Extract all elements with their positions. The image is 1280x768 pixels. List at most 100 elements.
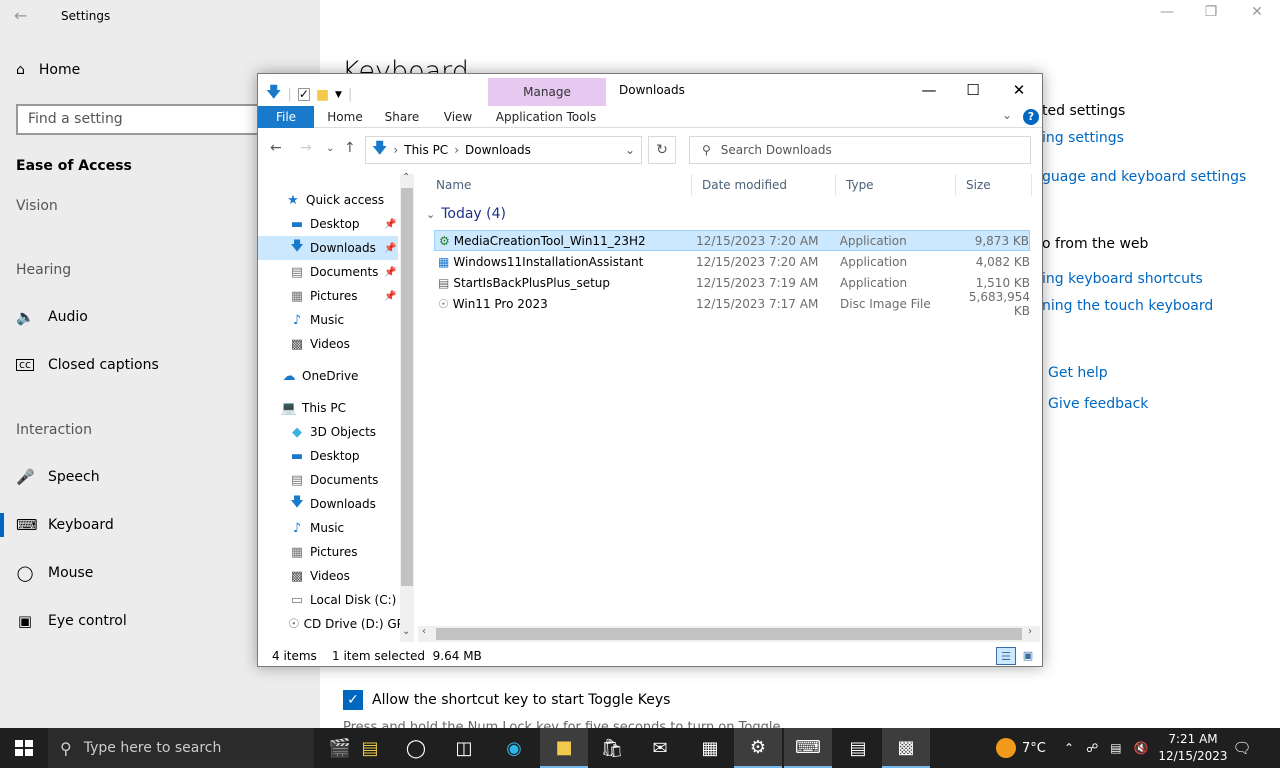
taskbar-search-box[interactable]: ⚲ Type here to search <box>48 728 314 768</box>
group-header-today[interactable]: ⌄ Today (4) <box>426 206 506 222</box>
nav-pc-downloads[interactable]: 🡇 Downloads <box>258 492 398 516</box>
nav-pc-music[interactable]: ♪ Music <box>258 516 398 540</box>
recent-locations-icon[interactable]: ⌄ <box>326 143 334 154</box>
nav-music[interactable]: ♪ Music <box>258 308 398 332</box>
horizontal-scrollbar[interactable]: ‹ › <box>418 626 1040 642</box>
close-button[interactable]: ✕ <box>996 78 1042 102</box>
back-arrow-icon[interactable]: ← <box>270 140 282 156</box>
get-help-link[interactable]: Get help <box>1048 365 1108 381</box>
nav-pc-documents[interactable]: ▤ Documents <box>258 468 398 492</box>
nav-onedrive[interactable]: ☁ OneDrive <box>258 364 398 388</box>
volume-muted-icon[interactable]: 🔇 <box>1134 741 1149 755</box>
forward-arrow-icon[interactable]: → <box>300 140 312 156</box>
table-row[interactable]: ▦ Windows11InstallationAssistant 12/15/20… <box>434 251 1030 272</box>
network-icon[interactable]: ▤ <box>1110 741 1121 755</box>
toggle-keys-checkbox[interactable]: ✓ <box>343 690 363 710</box>
customize-qat-icon[interactable]: ▼ <box>335 90 342 100</box>
web-link-2[interactable]: ning the touch keyboard <box>1042 298 1213 314</box>
nav-this-pc[interactable]: 💻 This PC <box>258 396 398 420</box>
nav-pc-videos[interactable]: ▩ Videos <box>258 564 398 588</box>
details-view-icon[interactable]: ☰ <box>996 647 1016 665</box>
address-dropdown-icon[interactable]: ⌄ <box>625 143 635 157</box>
web-link-1[interactable]: ing keyboard shortcuts <box>1042 271 1203 287</box>
nav-pictures[interactable]: ▦ Pictures 📌 <box>258 284 398 308</box>
nav-desktop[interactable]: ▬ Desktop 📌 <box>258 212 398 236</box>
nav-cd-drive[interactable]: ☉ CD Drive (D:) GP <box>258 612 400 636</box>
give-feedback-link[interactable]: Give feedback <box>1048 396 1148 412</box>
tab-manage[interactable]: Manage <box>488 78 606 106</box>
meeting-icon[interactable]: ☍ <box>1086 741 1098 755</box>
back-arrow-icon[interactable]: ← <box>14 6 34 26</box>
taskbar-app-calculator[interactable]: ▦ <box>686 728 734 768</box>
column-size[interactable]: Size <box>956 174 1032 196</box>
nav-pc-desktop[interactable]: ▬ Desktop <box>258 444 398 468</box>
scrollbar-thumb[interactable] <box>401 188 413 586</box>
column-date-modified[interactable]: Date modified <box>692 174 836 196</box>
taskbar-app-edge[interactable]: ◉ <box>490 728 538 768</box>
table-row[interactable]: ☉ Win11 Pro 2023 12/15/2023 7:17 AM Disc … <box>434 290 1030 318</box>
scroll-left-icon[interactable]: ‹ <box>422 626 426 637</box>
properties-icon[interactable]: ✓ <box>297 88 310 101</box>
large-icons-view-icon[interactable]: ▣ <box>1018 647 1038 665</box>
related-link-2[interactable]: guage and keyboard settings <box>1042 169 1246 185</box>
taskbar-app-file-explorer[interactable]: ■ <box>540 728 588 768</box>
nav-downloads[interactable]: 🡇 Downloads 📌 <box>258 236 398 260</box>
nav-pc-pictures[interactable]: ▦ Pictures <box>258 540 398 564</box>
nav-3d-objects[interactable]: ◆ 3D Objects <box>258 420 398 444</box>
notification-center-button[interactable]: 🗨 <box>1222 728 1262 768</box>
table-row[interactable]: ⚙ MediaCreationTool_Win11_23H2 12/15/2023… <box>434 230 1030 251</box>
taskbar-app-notes[interactable]: ▤ <box>346 728 394 768</box>
taskbar-app-tool[interactable]: ▤ <box>834 728 882 768</box>
settings-restore-button[interactable]: ❐ <box>1188 4 1234 20</box>
column-type[interactable]: Type <box>836 174 956 196</box>
status-bar: 4 items 1 item selected 9.64 MB ☰ ▣ <box>258 646 1042 666</box>
minimize-button[interactable]: — <box>906 78 952 102</box>
up-arrow-icon[interactable]: ↑ <box>344 140 356 156</box>
breadcrumb-this-pc[interactable]: This PC <box>404 143 448 157</box>
new-folder-icon[interactable]: ■ <box>316 87 329 103</box>
pictures-icon: ▦ <box>290 544 304 560</box>
nav-videos[interactable]: ▩ Videos <box>258 332 398 356</box>
nav-local-disk[interactable]: ▭ Local Disk (C:) <box>258 588 398 612</box>
settings-minimize-button[interactable]: — <box>1144 4 1190 20</box>
taskbar-app-installer[interactable]: ▩ <box>882 728 930 768</box>
weather-widget[interactable]: 7°C <box>996 728 1046 768</box>
refresh-button[interactable]: ↻ <box>648 136 676 164</box>
tab-file[interactable]: File <box>258 106 314 128</box>
separator: | <box>347 87 353 102</box>
nav-quick-access[interactable]: ★ Quick access <box>258 188 398 212</box>
expand-ribbon-icon[interactable]: ⌄ <box>1002 108 1012 122</box>
related-link-1[interactable]: ing settings <box>1042 130 1124 146</box>
breadcrumb-downloads[interactable]: Downloads <box>465 143 531 157</box>
help-icon[interactable]: ? <box>1023 109 1039 125</box>
table-row[interactable]: ▤ StartIsBackPlusPlus_setup 12/15/2023 7:… <box>434 272 1030 293</box>
nav-label: CD Drive (D:) GP <box>303 617 400 631</box>
start-button[interactable] <box>0 728 48 768</box>
taskbar-app-mail[interactable]: ✉ <box>636 728 684 768</box>
taskbar-cortana[interactable]: ◯ <box>392 728 440 768</box>
scroll-down-icon[interactable]: ⌄ <box>402 626 410 637</box>
nav-documents[interactable]: ▤ Documents 📌 <box>258 260 398 284</box>
scroll-right-icon[interactable]: › <box>1028 626 1032 637</box>
tab-home[interactable]: Home <box>320 106 370 128</box>
taskbar-app-store[interactable]: 🛍 <box>588 728 636 768</box>
search-input[interactable]: ⚲ Search Downloads <box>689 136 1031 164</box>
scrollbar-thumb[interactable] <box>436 628 1022 640</box>
taskbar-app-keyboard[interactable]: ⌨ <box>784 728 832 768</box>
settings-home[interactable]: ⌂ Home <box>16 62 80 78</box>
tab-application-tools[interactable]: Application Tools <box>490 106 602 128</box>
taskbar-task-view[interactable]: ◫ <box>440 728 488 768</box>
maximize-button[interactable]: ☐ <box>950 78 996 102</box>
tab-view[interactable]: View <box>434 106 482 128</box>
settings-close-button[interactable]: ✕ <box>1234 4 1280 20</box>
desktop-icon: ▬ <box>290 216 304 232</box>
scroll-up-icon[interactable]: ⌃ <box>402 172 410 183</box>
navpane-scrollbar[interactable]: ⌃ ⌄ <box>400 172 414 642</box>
address-bar[interactable]: 🡇 › This PC › Downloads ⌄ <box>365 136 642 164</box>
pin-icon: 📌 <box>384 266 397 278</box>
column-name[interactable]: Name <box>426 174 692 196</box>
tab-share[interactable]: Share <box>376 106 428 128</box>
clock[interactable]: 7:21 AM 12/15/2023 <box>1158 731 1228 765</box>
chevron-up-icon[interactable]: ⌃ <box>1064 741 1074 755</box>
taskbar-app-settings[interactable]: ⚙ <box>734 728 782 768</box>
